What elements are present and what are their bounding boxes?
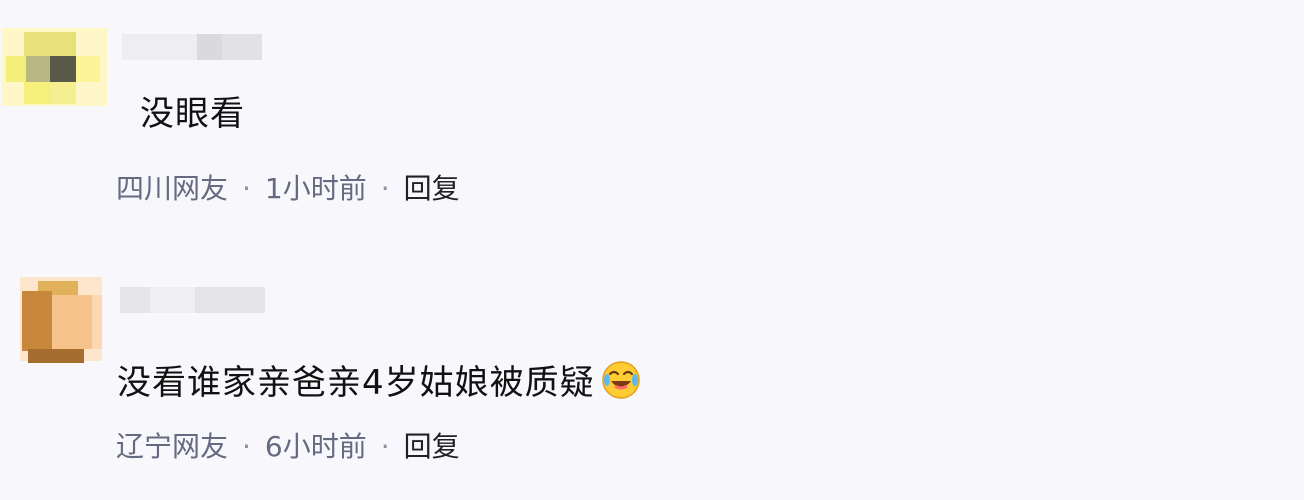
reply-button[interactable]: 回复 [404,172,460,205]
location-label: 辽宁网友 [116,430,229,463]
avatar[interactable] [20,277,130,387]
username-redacted[interactable] [122,34,272,60]
comment-text-content: 没看谁家亲爸亲4岁姑娘被质疑 [117,363,595,403]
comment-meta: 辽宁网友 · 6小时前 · 回复 [116,430,460,464]
separator-dot: · [242,430,251,463]
separator-dot: · [380,430,390,463]
comment-text-content: 没眼看 [140,94,245,134]
timestamp: 1小时前 [264,172,367,205]
laughing-tears-icon [601,360,641,400]
comment-text: 没看谁家亲爸亲4岁姑娘被质疑 [117,360,641,403]
location-label: 四川网友 [116,172,229,205]
reply-button[interactable]: 回复 [404,430,460,463]
avatar[interactable] [2,28,112,138]
comment-text: 没眼看 [140,94,245,134]
comment-item: 没眼看 四川网友 · 1小时前 · 回复 [0,0,1304,250]
comment-meta: 四川网友 · 1小时前 · 回复 [116,172,460,206]
username-redacted[interactable] [120,287,270,313]
separator-dot: · [242,172,251,205]
comment-item: 没看谁家亲爸亲4岁姑娘被质疑 辽宁网友 · 6小时前 · 回复 [0,255,1304,500]
separator-dot: · [380,172,390,205]
timestamp: 6小时前 [264,430,367,463]
